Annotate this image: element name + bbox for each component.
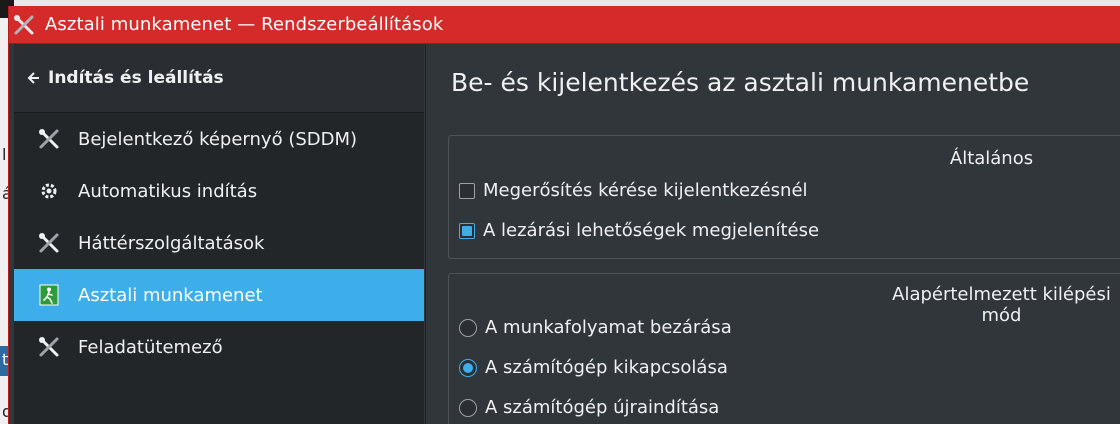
back-button[interactable]: Indítás és leállítás bbox=[14, 44, 424, 113]
tools-icon[interactable] bbox=[11, 12, 37, 38]
radio-button[interactable] bbox=[459, 318, 477, 337]
radio-restart[interactable]: A számítógép újraindítása bbox=[459, 397, 719, 418]
checkbox-label: A lezárási lehetőségek megjelenítése bbox=[483, 220, 820, 241]
sidebar-nav: Bejelentkező képernyő (SDDM) Automatikus… bbox=[14, 113, 424, 373]
exit-icon bbox=[36, 282, 62, 308]
radio-button[interactable] bbox=[459, 398, 477, 417]
settings-window: Asztali munkamenet — Rendszerbeállítások… bbox=[8, 6, 1120, 424]
main-content: Be- és kijelentkezés az asztali munkamen… bbox=[425, 44, 1120, 424]
checkbox[interactable] bbox=[459, 222, 475, 239]
page-title: Be- és kijelentkezés az asztali munkamen… bbox=[451, 68, 1030, 97]
checkbox-label: Megerősítés kérése kijelentkezésnél bbox=[483, 180, 808, 201]
sidebar-item-label: Automatikus indítás bbox=[78, 180, 258, 202]
radio-label: A munkafolyamat bezárása bbox=[485, 317, 732, 338]
window-title: Asztali munkamenet — Rendszerbeállítások bbox=[45, 14, 444, 35]
sidebar-item-autostart[interactable]: Automatikus indítás bbox=[14, 165, 424, 217]
back-label: Indítás és leállítás bbox=[48, 68, 224, 88]
background-text: l bbox=[2, 145, 7, 164]
default-exit-mode-group: Alapértelmezett kilépési mód A munkafoly… bbox=[448, 273, 1120, 424]
sidebar-item-label: Háttérszolgáltatások bbox=[78, 232, 265, 254]
back-arrow-icon bbox=[27, 72, 39, 84]
sidebar-item-background-services[interactable]: Háttérszolgáltatások bbox=[14, 217, 424, 269]
confirm-logout-checkbox[interactable]: Megerősítés kérése kijelentkezésnél bbox=[459, 180, 808, 201]
tools-icon bbox=[36, 230, 62, 256]
tools-icon bbox=[36, 334, 62, 360]
sidebar-item-login-screen[interactable]: Bejelentkező képernyő (SDDM) bbox=[14, 113, 424, 165]
tools-icon bbox=[36, 126, 62, 152]
sidebar-item-label: Feladatütemező bbox=[78, 336, 223, 358]
sidebar-item-label: Bejelentkező képernyő (SDDM) bbox=[78, 128, 358, 150]
sidebar-item-desktop-session[interactable]: Asztali munkamenet bbox=[14, 269, 424, 321]
radio-end-session[interactable]: A munkafolyamat bezárása bbox=[459, 317, 732, 338]
sidebar-item-label: Asztali munkamenet bbox=[78, 284, 263, 306]
sidebar-item-task-scheduler[interactable]: Feladatütemező bbox=[14, 321, 424, 373]
radio-button[interactable] bbox=[459, 358, 477, 377]
general-group: Általános Megerősítés kérése kijelentkez… bbox=[448, 135, 1120, 259]
sidebar: Indítás és leállítás Bejelentkező képern… bbox=[14, 44, 424, 424]
group-title: Általános bbox=[949, 148, 1034, 169]
radio-label: A számítógép kikapcsolása bbox=[485, 357, 728, 378]
gear-icon bbox=[36, 178, 62, 204]
titlebar[interactable]: Asztali munkamenet — Rendszerbeállítások bbox=[9, 6, 1120, 44]
radio-label: A számítógép újraindítása bbox=[485, 397, 720, 418]
checkbox[interactable] bbox=[459, 182, 475, 199]
radio-shutdown[interactable]: A számítógép kikapcsolása bbox=[459, 357, 728, 378]
show-shutdown-options-checkbox[interactable]: A lezárási lehetőségek megjelenítése bbox=[459, 220, 819, 241]
